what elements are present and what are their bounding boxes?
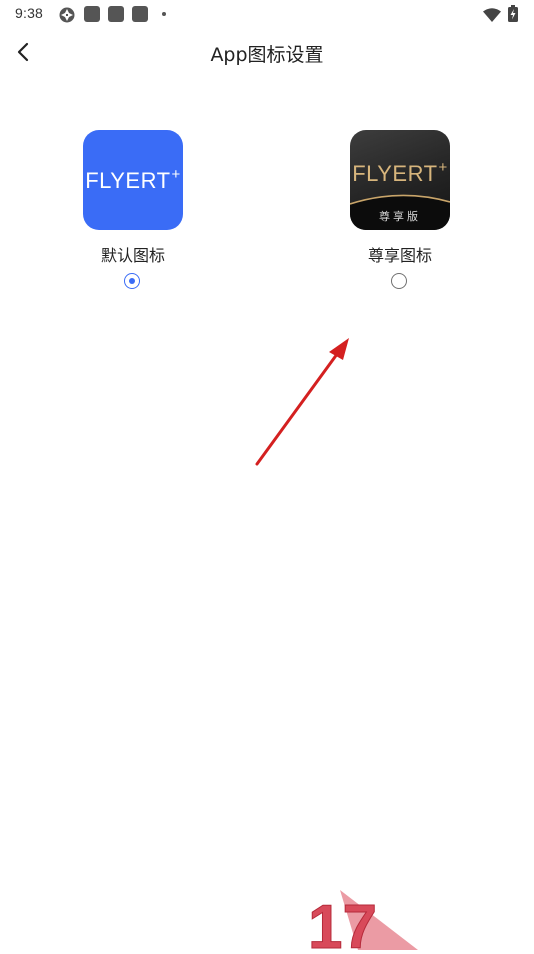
status-time: 9:38 bbox=[15, 5, 44, 21]
icon-option-premium[interactable]: FLYERT+ 尊享版 尊享图标 bbox=[335, 130, 465, 300]
header: App图标设置 bbox=[0, 28, 534, 76]
page-title: App图标设置 bbox=[210, 44, 324, 66]
option-label-default: 默认图标 bbox=[100, 246, 165, 265]
radio-default-selected[interactable] bbox=[124, 273, 140, 289]
more-notifications-dot bbox=[162, 12, 166, 16]
app-notification-icon bbox=[132, 6, 148, 22]
battery-charging-icon bbox=[508, 5, 518, 26]
icon-wordmark: FLYERT+ bbox=[352, 159, 448, 186]
status-bar: 9:38 bbox=[0, 0, 534, 28]
premium-app-icon[interactable]: FLYERT+ 尊享版 bbox=[350, 130, 450, 230]
option-label-premium: 尊享图标 bbox=[367, 246, 432, 265]
premium-badge-text: 尊享版 bbox=[379, 210, 421, 223]
annotation-arrow-icon bbox=[255, 338, 349, 466]
icon-option-default[interactable]: FLYERT+ 默认图标 bbox=[68, 130, 198, 300]
app-notification-icon bbox=[108, 6, 124, 22]
watermark-logo: 17 bbox=[300, 880, 420, 954]
default-app-icon[interactable]: FLYERT+ bbox=[83, 130, 183, 230]
radio-premium-unselected[interactable] bbox=[391, 273, 407, 289]
icon-wordmark: FLYERT+ bbox=[85, 166, 181, 193]
watermark-text: 17 bbox=[308, 893, 377, 950]
radio-dot bbox=[128, 277, 135, 284]
sync-icon bbox=[58, 6, 76, 28]
app-notification-icon bbox=[84, 6, 100, 22]
wifi-icon bbox=[483, 7, 501, 26]
